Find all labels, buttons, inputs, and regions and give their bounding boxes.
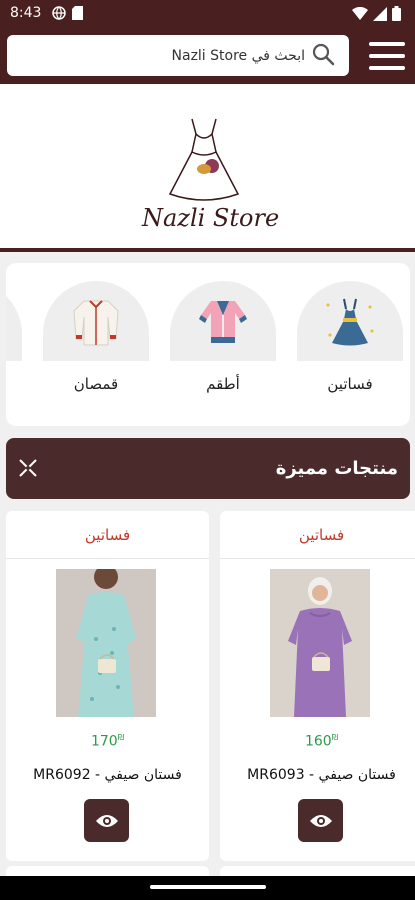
view-product-button[interactable] [298, 799, 343, 842]
logo-banner: Nazli Store [0, 84, 415, 252]
product-category: فساتين [6, 511, 209, 559]
category-label: فساتين [327, 375, 373, 393]
wifi-icon [352, 6, 368, 24]
search-icon[interactable] [311, 42, 335, 70]
dress-logo-icon [168, 118, 240, 201]
status-bar: 8:43 [0, 0, 415, 28]
app-header: ابحث في Nazli Store [0, 28, 415, 84]
dress-icon [326, 298, 374, 346]
logo-text: Nazli Store [142, 204, 280, 232]
product-category: فساتين [220, 511, 415, 559]
section-title: منتجات مميزة [275, 458, 398, 479]
category-shirts[interactable]: قمصان [43, 281, 149, 393]
categories-carousel[interactable]: فساتين أطقم قمصان [6, 263, 410, 426]
search-input[interactable]: ابحث في Nazli Store [7, 35, 349, 76]
category-dresses[interactable]: فساتين [297, 281, 403, 393]
product-card[interactable]: فساتين 170₪ فستان صيفي - MR6092 [6, 511, 209, 861]
outfit-set-icon [199, 301, 247, 343]
product-price: 160 [304, 733, 332, 750]
collapse-arrows-icon[interactable] [16, 456, 40, 480]
category-partial[interactable] [6, 281, 22, 361]
status-time: 8:43 [10, 5, 42, 21]
category-outfits[interactable]: أطقم [170, 281, 276, 393]
search-placeholder: ابحث في Nazli Store [171, 47, 305, 64]
home-gesture-handle[interactable] [150, 885, 266, 889]
product-price: 170 [90, 733, 118, 750]
blue-floral-dress-photo[interactable] [56, 565, 156, 717]
signal-icon [373, 6, 387, 25]
hamburger-menu-icon[interactable] [369, 38, 405, 74]
system-nav-bar [0, 876, 415, 900]
battery-icon [392, 6, 401, 25]
product-card[interactable]: فساتين 160₪ فستان صيفي - MR6093 [220, 511, 415, 861]
eye-icon [309, 814, 332, 827]
product-name: فستان صيفي - MR6093 [247, 767, 396, 783]
sim-icon [72, 6, 83, 24]
shirt-icon [73, 300, 119, 346]
globe-icon [52, 6, 66, 24]
currency-symbol: ₪ [117, 733, 124, 742]
store-logo: Nazli Store [130, 114, 290, 232]
product-name: فستان صيفي - MR6092 [33, 767, 182, 783]
category-label: أطقم [206, 375, 240, 393]
view-product-button[interactable] [84, 799, 129, 842]
category-label: قمصان [73, 375, 119, 393]
currency-symbol: ₪ [331, 733, 338, 742]
featured-header: منتجات مميزة [6, 438, 410, 499]
purple-dress-photo[interactable] [270, 569, 370, 717]
eye-icon [95, 814, 118, 827]
